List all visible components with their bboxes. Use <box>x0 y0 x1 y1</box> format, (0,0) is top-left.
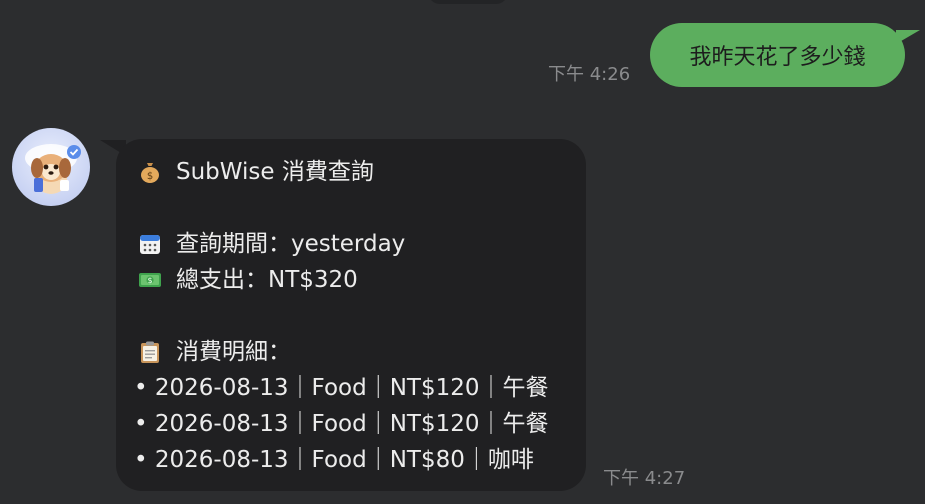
bot-avatar[interactable] <box>12 128 90 206</box>
outgoing-message-text: 我昨天花了多少錢 <box>689 45 866 70</box>
svg-text:$: $ <box>147 171 153 182</box>
incoming-timestamp: 下午 4:27 <box>603 468 686 489</box>
money-bill-icon: $ <box>138 268 162 292</box>
expense-item: • 2026-08-13｜Food｜NT$120｜午餐 <box>134 411 549 437</box>
total-text: 總支出：NT$320 <box>176 267 358 293</box>
report-title-line: $ SubWise 消費查詢 <box>138 156 374 188</box>
expense-item: • 2026-08-13｜Food｜NT$120｜午餐 <box>134 375 549 401</box>
period-text: 查詢期間：yesterday <box>176 231 406 257</box>
period-line: 查詢期間：yesterday <box>138 228 405 260</box>
total-line: $ 總支出：NT$320 <box>138 264 358 296</box>
svg-text:$: $ <box>147 276 152 285</box>
dog-mascot-icon <box>25 144 81 194</box>
outgoing-message-bubble[interactable]: 我昨天花了多少錢 <box>650 23 905 87</box>
calendar-icon <box>138 232 162 256</box>
expense-item: • 2026-08-13｜Food｜NT$80｜咖啡 <box>134 447 534 473</box>
money-bag-icon: $ <box>138 160 162 184</box>
outgoing-timestamp: 下午 4:26 <box>548 64 631 85</box>
incoming-message-bubble[interactable]: $ SubWise 消費查詢 查詢期間：yesterday $ 總支出：NT$3… <box>116 139 586 491</box>
clipboard-icon <box>138 340 162 364</box>
report-title: SubWise 消費查詢 <box>176 159 374 185</box>
detail-header-line: 消費明細： <box>138 336 291 368</box>
outgoing-message-row: 下午 4:26 我昨天花了多少錢 <box>0 0 925 100</box>
detail-header: 消費明細： <box>176 339 291 365</box>
